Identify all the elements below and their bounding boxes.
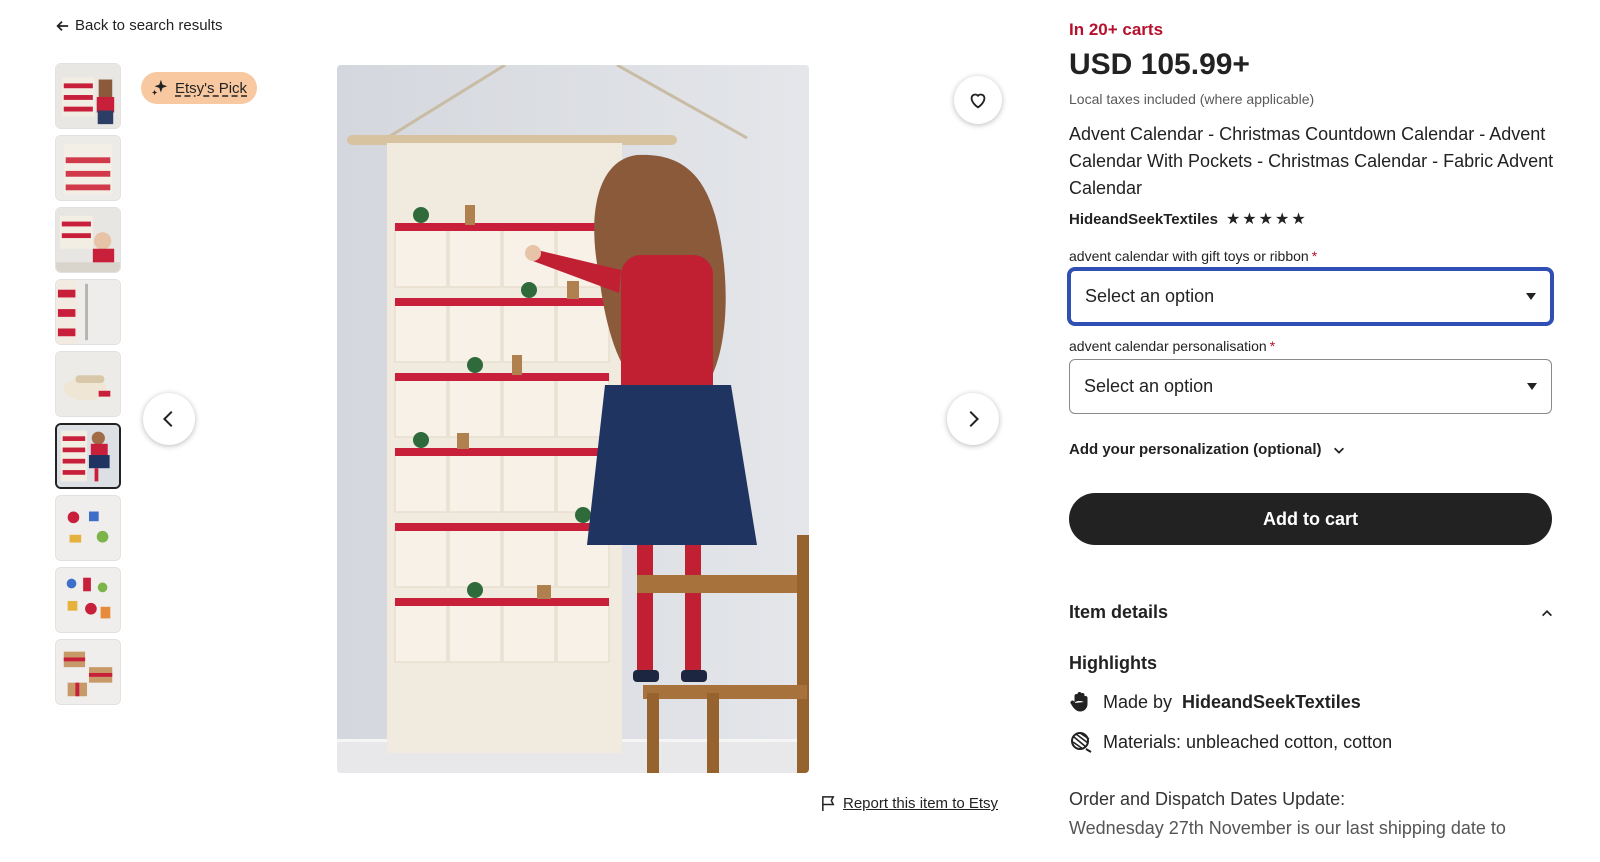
thumbnail-strip [55, 63, 121, 711]
chevron-up-icon [1542, 609, 1552, 616]
thumbnail-1[interactable] [55, 63, 121, 129]
made-by-shop-link[interactable]: HideandSeekTextiles [1182, 692, 1361, 713]
add-personalization-label: Add your personalization (optional) [1069, 441, 1322, 458]
star-rating: ★ ★ ★ ★ ★ [1225, 210, 1306, 228]
add-personalization-toggle[interactable]: Add your personalization (optional) [1069, 441, 1554, 458]
required-mark: * [1269, 338, 1276, 354]
caret-down-icon [1526, 293, 1536, 300]
star-icon: ★ [1258, 210, 1273, 228]
etsys-pick-label: Etsy's Pick [175, 79, 248, 97]
hand-wave-icon [1070, 692, 1088, 712]
add-to-cart-button[interactable]: Add to cart [1069, 493, 1552, 545]
personalisation-option-select[interactable]: Select an option [1069, 359, 1552, 414]
previous-image-button[interactable] [143, 393, 195, 445]
order-dispatch-text: Wednesday 27th November is our last ship… [1069, 818, 1506, 838]
chevron-left-icon [162, 410, 173, 428]
thumbnail-2[interactable] [55, 135, 121, 201]
heart-icon [970, 93, 986, 109]
option-label-gift: advent calendar with gift toys or ribbon… [1069, 248, 1554, 264]
thumbnail-7[interactable] [55, 495, 121, 561]
tax-note: Local taxes included (where applicable) [1069, 91, 1315, 107]
report-item-label: Report this item to Etsy [843, 795, 999, 812]
order-dispatch-heading: Order and Dispatch Dates Update: [1069, 789, 1346, 809]
option-label-personalisation: advent calendar personalisation * [1069, 338, 1554, 354]
thumbnail-6-selected[interactable] [55, 423, 121, 489]
in-carts-notice: In 20+ carts [1069, 20, 1164, 39]
product-info-panel: In 20+ carts USD 105.99+ Local taxes inc… [1069, 20, 1554, 842]
thumbnail-8[interactable] [55, 567, 121, 633]
product-price: USD 105.99+ [1069, 48, 1250, 81]
main-product-image [337, 65, 809, 773]
chevron-right-icon [969, 410, 980, 428]
flag-icon [822, 796, 835, 812]
arrow-left-icon [56, 20, 69, 31]
back-to-search-link[interactable]: Back to search results [55, 17, 223, 34]
caret-down-icon [1527, 383, 1537, 390]
thumbnail-5[interactable] [55, 351, 121, 417]
product-title: Advent Calendar - Christmas Countdown Ca… [1069, 124, 1554, 198]
shop-row: HideandSeekTextiles ★ ★ ★ ★ ★ [1069, 211, 1554, 228]
star-icon: ★ [1274, 210, 1290, 228]
item-details-toggle[interactable]: Item details [1069, 602, 1554, 623]
option-label-personalisation-text: advent calendar personalisation [1069, 338, 1267, 354]
report-item-link[interactable]: Report this item to Etsy [820, 795, 998, 812]
highlights-heading: Highlights [1069, 653, 1157, 673]
yarn-ball-icon [1071, 732, 1092, 753]
chevron-down-icon [1333, 447, 1344, 454]
star-icon: ★ [1225, 210, 1241, 228]
thumbnail-9[interactable] [55, 639, 121, 705]
option-group-gift: advent calendar with gift toys or ribbon… [1069, 248, 1554, 324]
made-by-prefix: Made by [1103, 691, 1173, 712]
materials-text: Materials: unbleached cotton, cotton [1103, 731, 1393, 752]
required-mark: * [1311, 248, 1318, 264]
gift-option-value: Select an option [1085, 286, 1215, 306]
thumbnail-3[interactable] [55, 207, 121, 273]
option-group-personalisation: advent calendar personalisation * Select … [1069, 338, 1554, 414]
favorite-button[interactable] [954, 76, 1002, 124]
star-icon: ★ [1242, 210, 1257, 228]
highlight-materials: Materials: unbleached cotton, cotton [1069, 730, 1554, 754]
shop-name-link[interactable]: HideandSeekTextiles [1069, 211, 1218, 228]
sparkle-icon [151, 79, 168, 96]
gift-option-select[interactable]: Select an option [1069, 269, 1552, 324]
highlight-made-by: Made by HideandSeekTextiles [1069, 690, 1554, 714]
thumbnail-4[interactable] [55, 279, 121, 345]
item-details-heading: Item details [1069, 602, 1169, 622]
option-label-gift-text: advent calendar with gift toys or ribbon [1069, 248, 1309, 264]
star-icon: ★ [1291, 210, 1306, 228]
back-to-search-label: Back to search results [75, 17, 223, 34]
personalisation-option-value: Select an option [1084, 376, 1214, 396]
etsys-pick-badge[interactable]: Etsy's Pick [141, 72, 258, 104]
next-image-button[interactable] [947, 393, 999, 445]
